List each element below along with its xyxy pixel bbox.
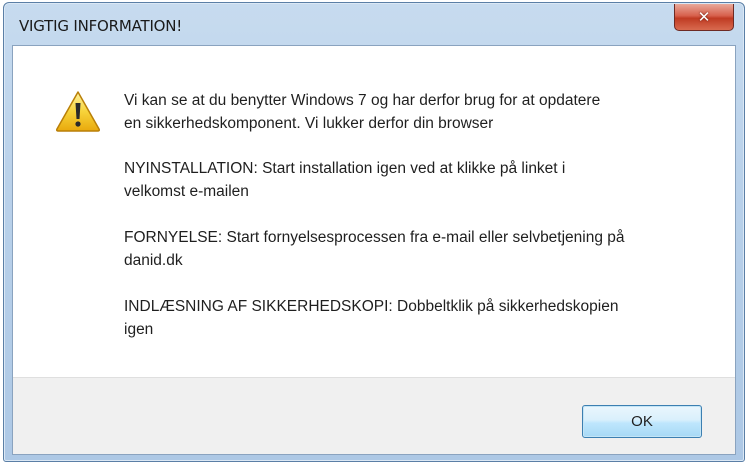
message-line: Vi kan se at du benytter Windows 7 og ha… [124, 92, 601, 109]
message-line: NYINSTALLATION: Start installation igen … [124, 160, 566, 177]
close-icon: ✕ [697, 7, 711, 26]
message-line: igen [124, 321, 154, 338]
message-line: velkomst e-mailen [124, 183, 249, 200]
window-title: VIGTIG INFORMATION! [19, 17, 183, 35]
dialog-window: VIGTIG INFORMATION! ✕ Vi kan se at du be… [3, 2, 745, 462]
message-fornyelse: FORNYELSE: Start fornyelsesprocessen fra… [124, 226, 714, 272]
warning-icon [55, 91, 101, 132]
message-line: danid.dk [124, 252, 183, 269]
dialog-client-area: Vi kan se at du benytter Windows 7 og ha… [12, 45, 736, 455]
message-line: en sikkerhedskomponent. Vi lukker derfor… [124, 115, 494, 132]
message-line: INDLÆSNING AF SIKKERHEDSKOPI: Dobbeltkli… [124, 298, 619, 315]
ok-button[interactable]: OK [582, 405, 702, 438]
message-nyinstallation: NYINSTALLATION: Start installation igen … [124, 157, 714, 203]
message-text: Vi kan se at du benytter Windows 7 og ha… [124, 89, 714, 364]
message-windows7: Vi kan se at du benytter Windows 7 og ha… [124, 89, 714, 135]
message-indlaesning: INDLÆSNING AF SIKKERHEDSKOPI: Dobbeltkli… [124, 295, 714, 341]
title-bar[interactable]: VIGTIG INFORMATION! ✕ [4, 3, 744, 45]
message-line: FORNYELSE: Start fornyelsesprocessen fra… [124, 229, 625, 246]
button-bar: OK [13, 377, 735, 454]
message-area: Vi kan se at du benytter Windows 7 og ha… [13, 46, 735, 377]
close-button[interactable]: ✕ [674, 4, 734, 31]
